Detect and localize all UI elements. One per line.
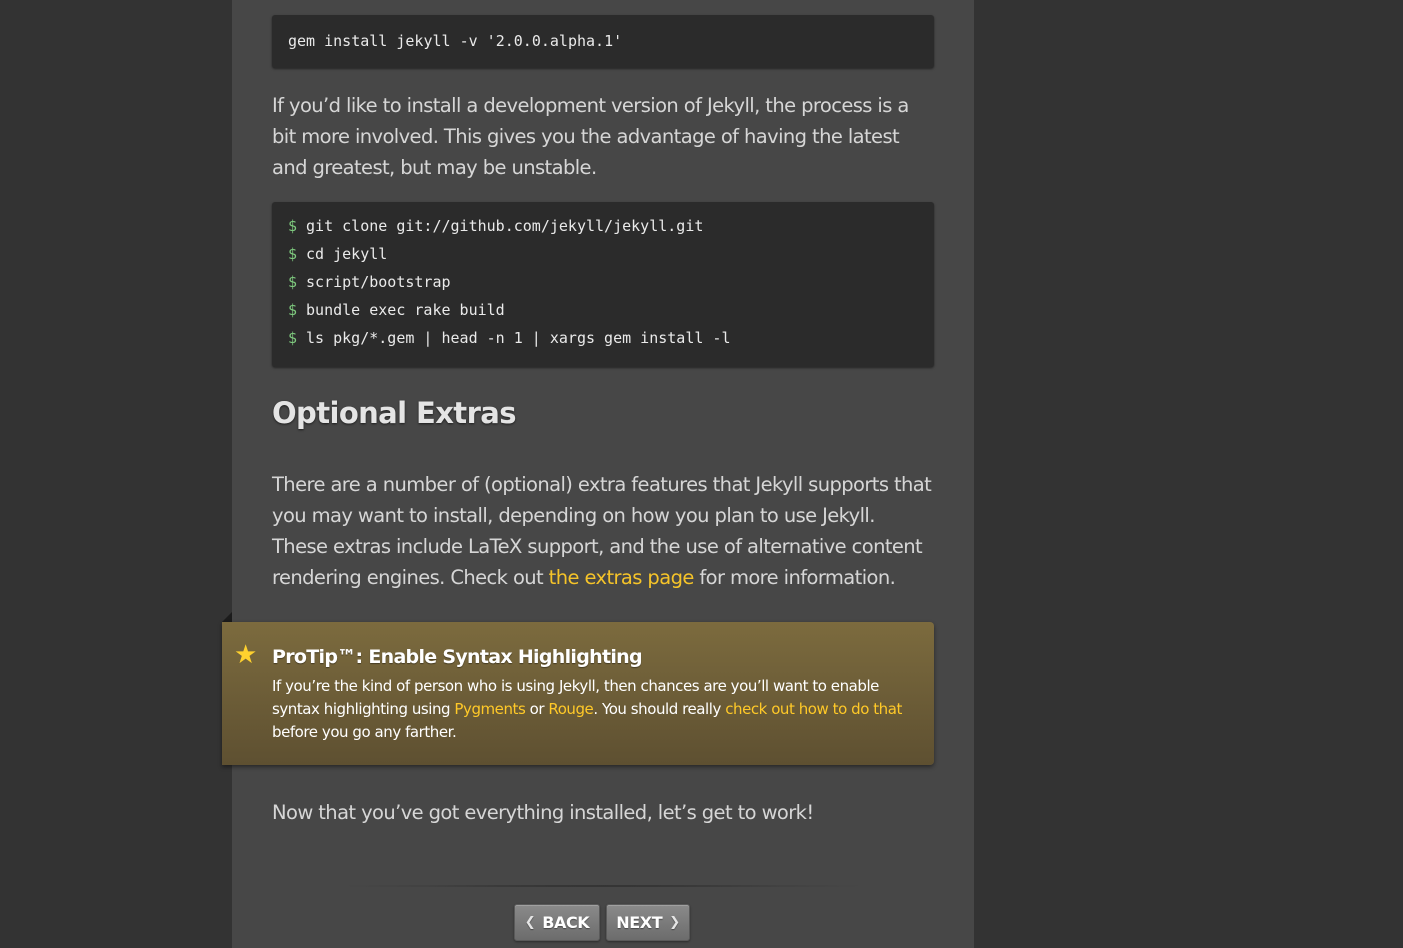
optional-extras-heading: Optional Extras [272,396,517,430]
extras-text-end: for more information. [693,566,896,589]
code-line: $ ls pkg/*.gem | head -n 1 | xargs gem in… [288,327,918,355]
chevron-right-icon: ❯ [669,915,680,930]
note-ribbon-fold [222,612,232,622]
extras-paragraph: There are a number of (optional) extra f… [272,469,934,593]
install-code-block: gem install jekyll -v '2.0.0.alpha.1' [272,15,934,68]
command-text: script/bootstrap [306,273,451,291]
code-line: $ bundle exec rake build [288,299,918,327]
command-text: ls pkg/*.gem | head -n 1 | xargs gem ins… [306,329,731,347]
shell-prompt: $ [288,245,298,263]
protip-text-part: . You should really [593,700,726,718]
code-line: $ git clone git://github.com/jekyll/jekyl… [288,215,918,243]
dev-intro-paragraph: If you’d like to install a development v… [272,94,909,179]
chevron-left-icon: ❮ [524,915,536,930]
code-line: $ cd jekyll [288,243,918,271]
code-line: $ script/bootstrap [288,271,918,299]
back-label: BACK [542,913,590,932]
next-label: NEXT [616,913,663,932]
protip-note: ★ ProTip™: Enable Syntax Highlighting If… [222,622,934,765]
rouge-link[interactable]: Rouge [548,700,593,718]
next-button[interactable]: NEXT ❯ [606,904,690,941]
dev-install-code-block: $ git clone git://github.com/jekyll/jekyl… [272,202,934,367]
shell-prompt: $ [288,273,298,291]
shell-prompt: $ [288,329,298,347]
install-command: gem install jekyll -v '2.0.0.alpha.1' [288,32,623,50]
protip-text-part: or [525,700,549,718]
star-icon: ★ [234,640,258,670]
syntax-highlighting-howto-link[interactable]: check out how to do that [725,700,902,718]
protip-title: ProTip™: Enable Syntax Highlighting [272,646,643,668]
command-text: git clone git://github.com/jekyll/jekyll… [306,217,704,235]
extras-page-link[interactable]: the extras page [549,566,695,589]
shell-prompt: $ [288,301,298,319]
shell-prompt: $ [288,217,298,235]
pygments-link[interactable]: Pygments [454,700,525,718]
back-button[interactable]: ❮ BACK [514,904,600,941]
command-text: bundle exec rake build [306,301,505,319]
section-divider [332,885,874,887]
closing-paragraph: Now that you’ve got everything installed… [272,801,814,824]
command-text: cd jekyll [306,245,388,263]
protip-text-part: before you go any farther. [272,723,457,741]
protip-text: If you’re the kind of person who is usin… [272,675,912,744]
